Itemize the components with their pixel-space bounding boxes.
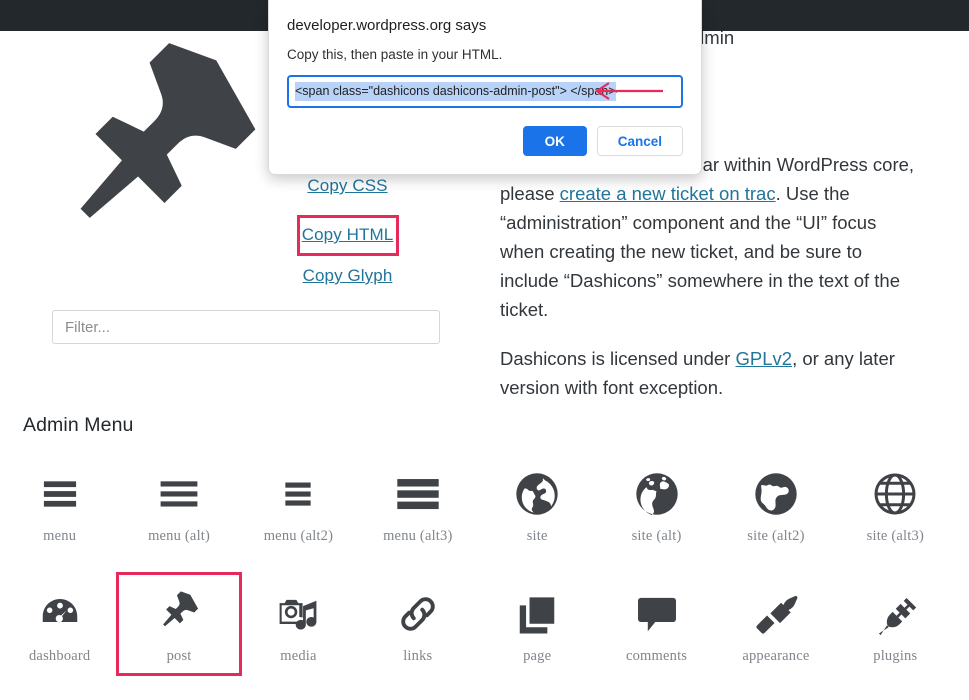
site-globe-icon: [514, 471, 560, 517]
description-paragraph-4-pre: Dashicons is licensed under: [500, 348, 736, 369]
menu-icon: [37, 471, 83, 517]
icon-label: post: [166, 648, 192, 664]
icon-cell-site-alt-[interactable]: site (alt): [597, 455, 716, 553]
menu-alt3-icon: [395, 471, 441, 517]
description-paragraph-3: For any issues that appear within WordPr…: [500, 150, 925, 324]
section-heading-admin-menu: Admin Menu: [23, 414, 134, 436]
dialog-button-row: OK Cancel: [287, 126, 683, 156]
javascript-prompt-dialog: developer.wordpress.org says Copy this, …: [268, 0, 702, 175]
menu-alt2-icon: [275, 471, 321, 517]
description-paragraph-4: Dashicons is licensed under GPLv2, or an…: [500, 344, 925, 402]
icon-cell-links[interactable]: links: [358, 575, 477, 673]
icon-label: site (alt2): [747, 528, 805, 544]
icon-cell-menu[interactable]: menu: [0, 455, 119, 553]
icon-label: site (alt3): [866, 528, 924, 544]
site-alt3-icon: [872, 471, 918, 517]
dialog-cancel-button[interactable]: Cancel: [596, 126, 683, 156]
post-pin-icon: [156, 591, 202, 637]
icon-cell-comments[interactable]: comments: [597, 575, 716, 673]
dashboard-icon: [37, 591, 83, 637]
dialog-ok-button[interactable]: OK: [522, 126, 587, 156]
admin-post-pin-icon: [38, 27, 268, 257]
icon-label: site: [526, 528, 548, 544]
icon-cell-site[interactable]: site: [478, 455, 597, 553]
media-icon: [275, 591, 321, 637]
icon-cell-site-alt3-[interactable]: site (alt3): [836, 455, 955, 553]
icon-cell-site-alt2-[interactable]: site (alt2): [716, 455, 835, 553]
icon-cell-appearance[interactable]: appearance: [716, 575, 835, 673]
icon-label: plugins: [873, 648, 918, 664]
icon-label: menu (alt2): [263, 528, 334, 544]
site-alt2-icon: [753, 471, 799, 517]
icon-label: site (alt): [631, 528, 682, 544]
site-alt-icon: [634, 471, 680, 517]
dialog-title: developer.wordpress.org says: [287, 17, 487, 34]
icon-cell-media[interactable]: media: [239, 575, 358, 673]
create-ticket-link[interactable]: create a new ticket on trac: [560, 183, 776, 204]
filter-input[interactable]: [52, 310, 440, 344]
icon-label: menu (alt): [148, 528, 211, 544]
icon-label: menu: [43, 528, 77, 544]
icon-cell-dashboard[interactable]: dashboard: [0, 575, 119, 673]
icon-cell-plugins[interactable]: plugins: [836, 575, 955, 673]
menu-alt-icon: [156, 471, 202, 517]
links-chain-icon: [395, 591, 441, 637]
comments-icon: [634, 591, 680, 637]
icon-label: media: [280, 648, 317, 664]
page-icon: [514, 591, 560, 637]
icon-label: appearance: [742, 648, 810, 664]
copy-css-link[interactable]: Copy CSS: [245, 176, 450, 196]
icon-label: comments: [625, 648, 688, 664]
copy-glyph-link[interactable]: Copy Glyph: [245, 266, 450, 286]
dialog-input-wrapper: <span class="dashicons dashicons-admin-p…: [287, 75, 683, 108]
icon-label: page: [523, 648, 552, 664]
icon-cell-post[interactable]: post: [116, 572, 243, 676]
icon-cell-page[interactable]: page: [478, 575, 597, 673]
copy-links-group: Copy CSS Copy HTML Copy Glyph: [245, 176, 450, 305]
icon-grid: menu menu (alt) menu (alt2) menu (alt3) site…: [0, 455, 955, 676]
icon-label: dashboard: [28, 648, 91, 664]
appearance-brush-icon: [753, 591, 799, 637]
copy-html-link[interactable]: Copy HTML: [296, 215, 399, 256]
dialog-text-input[interactable]: [287, 75, 683, 108]
icon-cell-menu-alt-[interactable]: menu (alt): [119, 455, 238, 553]
icon-cell-menu-alt2-[interactable]: menu (alt2): [239, 455, 358, 553]
icon-label: menu (alt3): [383, 528, 453, 544]
icon-cell-menu-alt3-[interactable]: menu (alt3): [358, 455, 477, 553]
filter-field-wrapper: [52, 310, 440, 344]
icon-label: links: [403, 648, 433, 664]
dialog-message: Copy this, then paste in your HTML.: [287, 47, 503, 62]
plugins-plug-icon: [872, 591, 918, 637]
gplv2-license-link[interactable]: GPLv2: [736, 348, 793, 369]
